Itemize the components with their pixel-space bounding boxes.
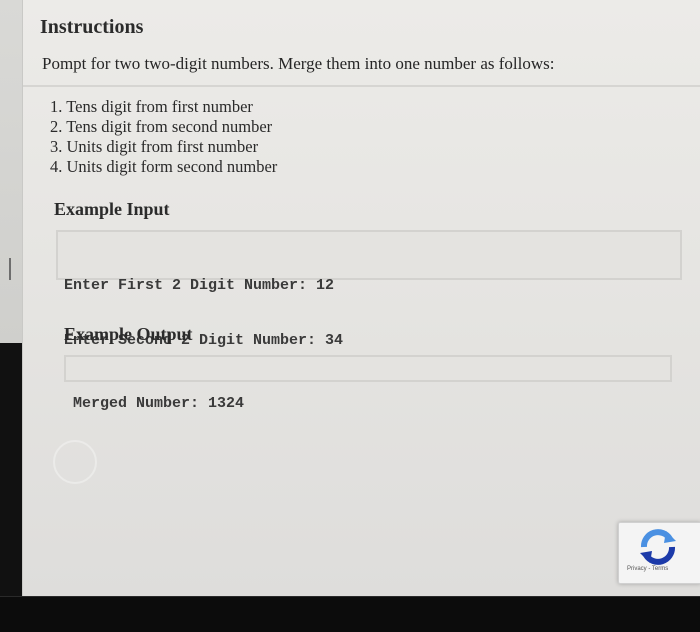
left-panel-edge [0,0,22,343]
page-title: Instructions [40,16,144,38]
list-item: 3. Units digit from first number [50,137,259,156]
screen: Instructions Pompt for two two-digit num… [0,0,700,632]
steps-list: 1. Tens digit from first number 2. Tens … [50,97,277,177]
recaptcha-badge[interactable]: Privacy - Terms [618,522,700,584]
scroll-marker [9,258,11,280]
list-item: 2. Tens digit from second number [50,117,273,136]
example-input-code: Enter First 2 Digit Number: 12 Enter Sec… [56,230,682,349]
list-item: 1. Tens digit from first number [50,97,253,116]
screen-bezel [0,596,700,632]
instructions-panel: Instructions Pompt for two two-digit num… [22,0,700,596]
recaptcha-terms-link[interactable]: Privacy - Terms [627,566,668,572]
screen-glare [53,440,97,484]
example-output-code: Merged Number: 1324 [64,355,672,412]
example-output-heading: Example Output [64,324,193,344]
recaptcha-icon [640,529,676,565]
example-input-heading: Example Input [54,199,170,219]
list-item: 4. Units digit form second number [50,157,278,176]
code-line: Merged Number: 1324 [73,395,245,412]
instructions-prompt: Pompt for two two-digit numbers. Merge t… [42,54,555,73]
code-line: Enter First 2 Digit Number: 12 [64,277,335,294]
